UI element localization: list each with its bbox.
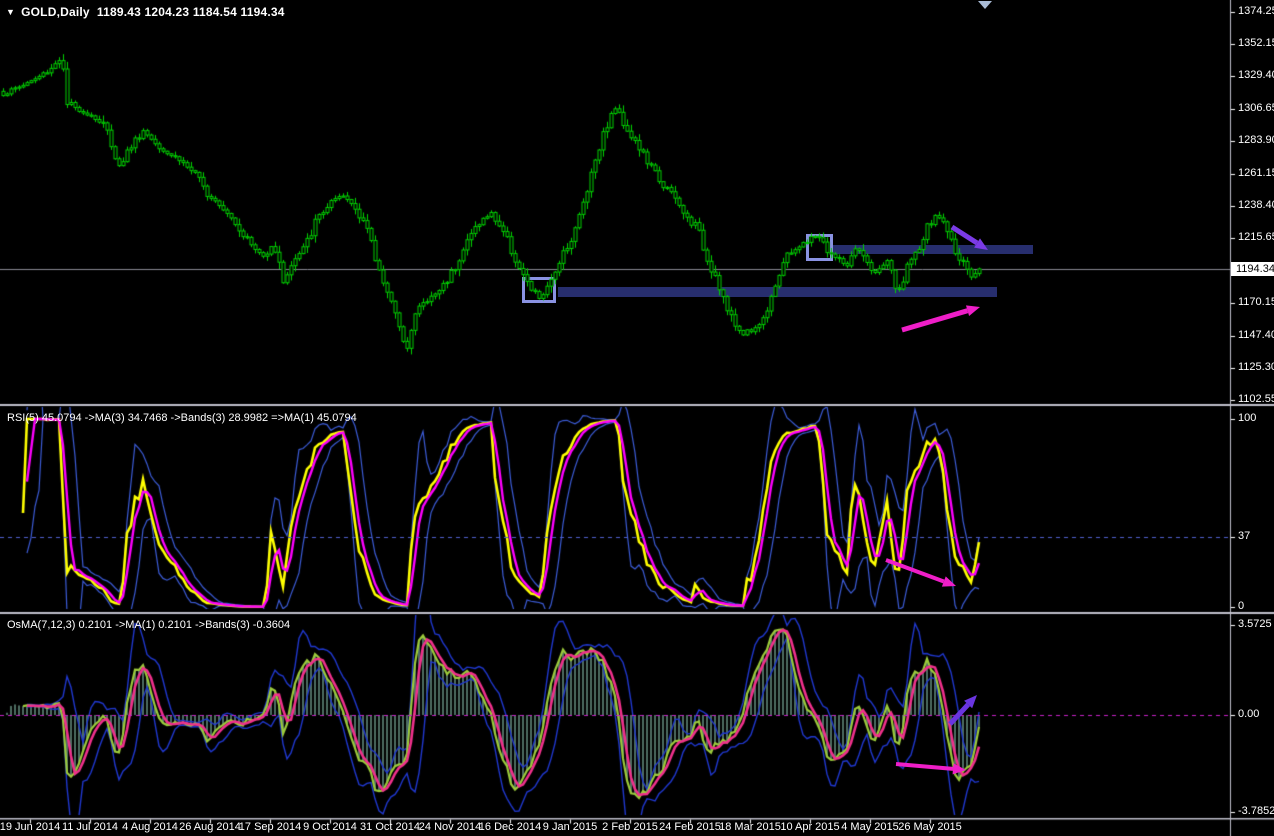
mt4-chart-window: ▼ GOLD,Daily 1189.43 1204.23 1184.54 1194… bbox=[0, 0, 1274, 836]
chart-canvas[interactable] bbox=[0, 0, 1274, 836]
